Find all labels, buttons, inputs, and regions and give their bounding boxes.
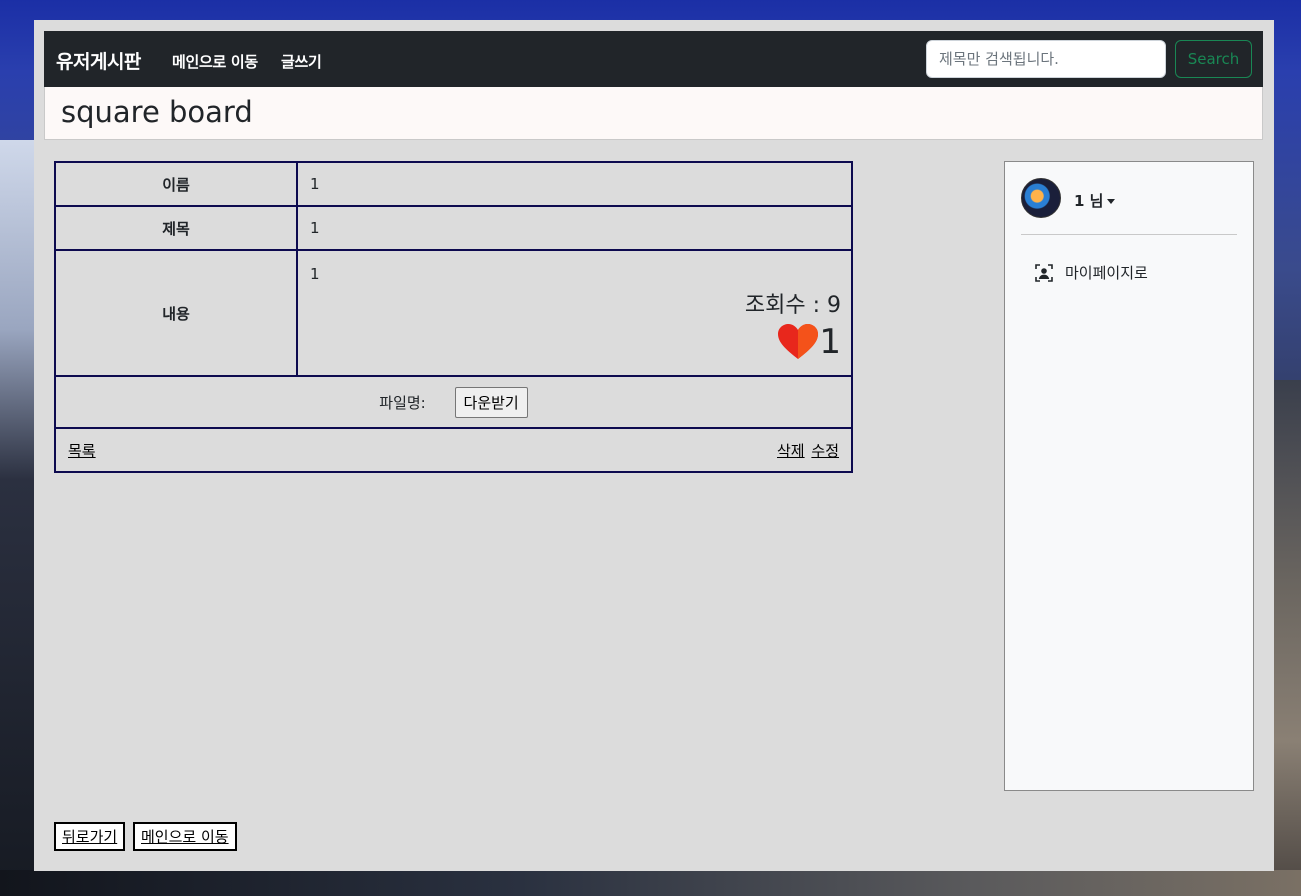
view-count: 조회수 : 9	[744, 293, 841, 318]
page-container: 유저게시판 메인으로 이동 글쓰기 Search square board 이름…	[34, 20, 1274, 871]
post-actions: 삭제 수정	[775, 440, 839, 461]
content-value: 1	[310, 265, 320, 283]
user-square-icon	[1035, 263, 1053, 282]
delete-link[interactable]: 삭제	[777, 442, 805, 460]
name-label: 이름	[54, 161, 298, 207]
table-row: 내용 1 조회수 : 9 1	[54, 249, 853, 377]
page-title: square board	[61, 95, 253, 129]
search-input[interactable]	[926, 40, 1166, 78]
wallpaper-right	[1271, 380, 1301, 896]
search-button[interactable]: Search	[1175, 40, 1252, 78]
content-cell: 1 조회수 : 9 1	[296, 249, 853, 377]
top-navbar: 유저게시판 메인으로 이동 글쓰기 Search	[44, 31, 1263, 87]
nav-link-main[interactable]: 메인으로 이동	[172, 51, 258, 72]
user-name: 1 님	[1074, 192, 1104, 210]
mypage-label: 마이페이지로	[1065, 264, 1148, 282]
table-row: 목록 삭제 수정	[54, 427, 853, 473]
avatar	[1021, 178, 1061, 218]
file-cell: 파일명: 다운받기	[54, 375, 853, 429]
like-count: 1	[819, 322, 841, 362]
like-counter[interactable]: 1	[777, 323, 841, 361]
user-sidebar: 1 님 마이페이지로	[1004, 161, 1254, 791]
user-menu-toggle[interactable]: 1 님	[1074, 190, 1116, 211]
table-row: 제목 1	[54, 205, 853, 251]
divider	[1021, 234, 1237, 235]
heart-icon[interactable]	[777, 323, 819, 361]
name-value: 1	[296, 161, 853, 207]
brand-link[interactable]: 유저게시판	[56, 47, 141, 74]
post-detail-table: 이름 1 제목 1 내용 1 조회수 : 9 1 파일명: 다운받기 목록 삭제…	[54, 161, 853, 473]
table-row: 이름 1	[54, 161, 853, 207]
download-button[interactable]: 다운받기	[454, 386, 528, 418]
content-label: 내용	[54, 249, 298, 377]
nav-link-write[interactable]: 글쓰기	[281, 51, 322, 72]
title-label: 제목	[54, 205, 298, 251]
table-row: 파일명: 다운받기	[54, 375, 853, 429]
title-bar: square board	[44, 87, 1263, 140]
edit-link[interactable]: 수정	[811, 442, 839, 460]
back-button[interactable]: 뒤로가기	[54, 822, 126, 851]
list-link[interactable]: 목록	[68, 442, 96, 460]
wallpaper-bottom	[0, 870, 1301, 896]
title-value: 1	[296, 205, 853, 251]
actions-cell: 목록 삭제 수정	[54, 427, 853, 473]
mypage-link[interactable]: 마이페이지로	[1035, 262, 1148, 283]
file-label: 파일명:	[379, 393, 426, 412]
caret-down-icon	[1107, 199, 1116, 204]
main-button[interactable]: 메인으로 이동	[133, 822, 237, 851]
